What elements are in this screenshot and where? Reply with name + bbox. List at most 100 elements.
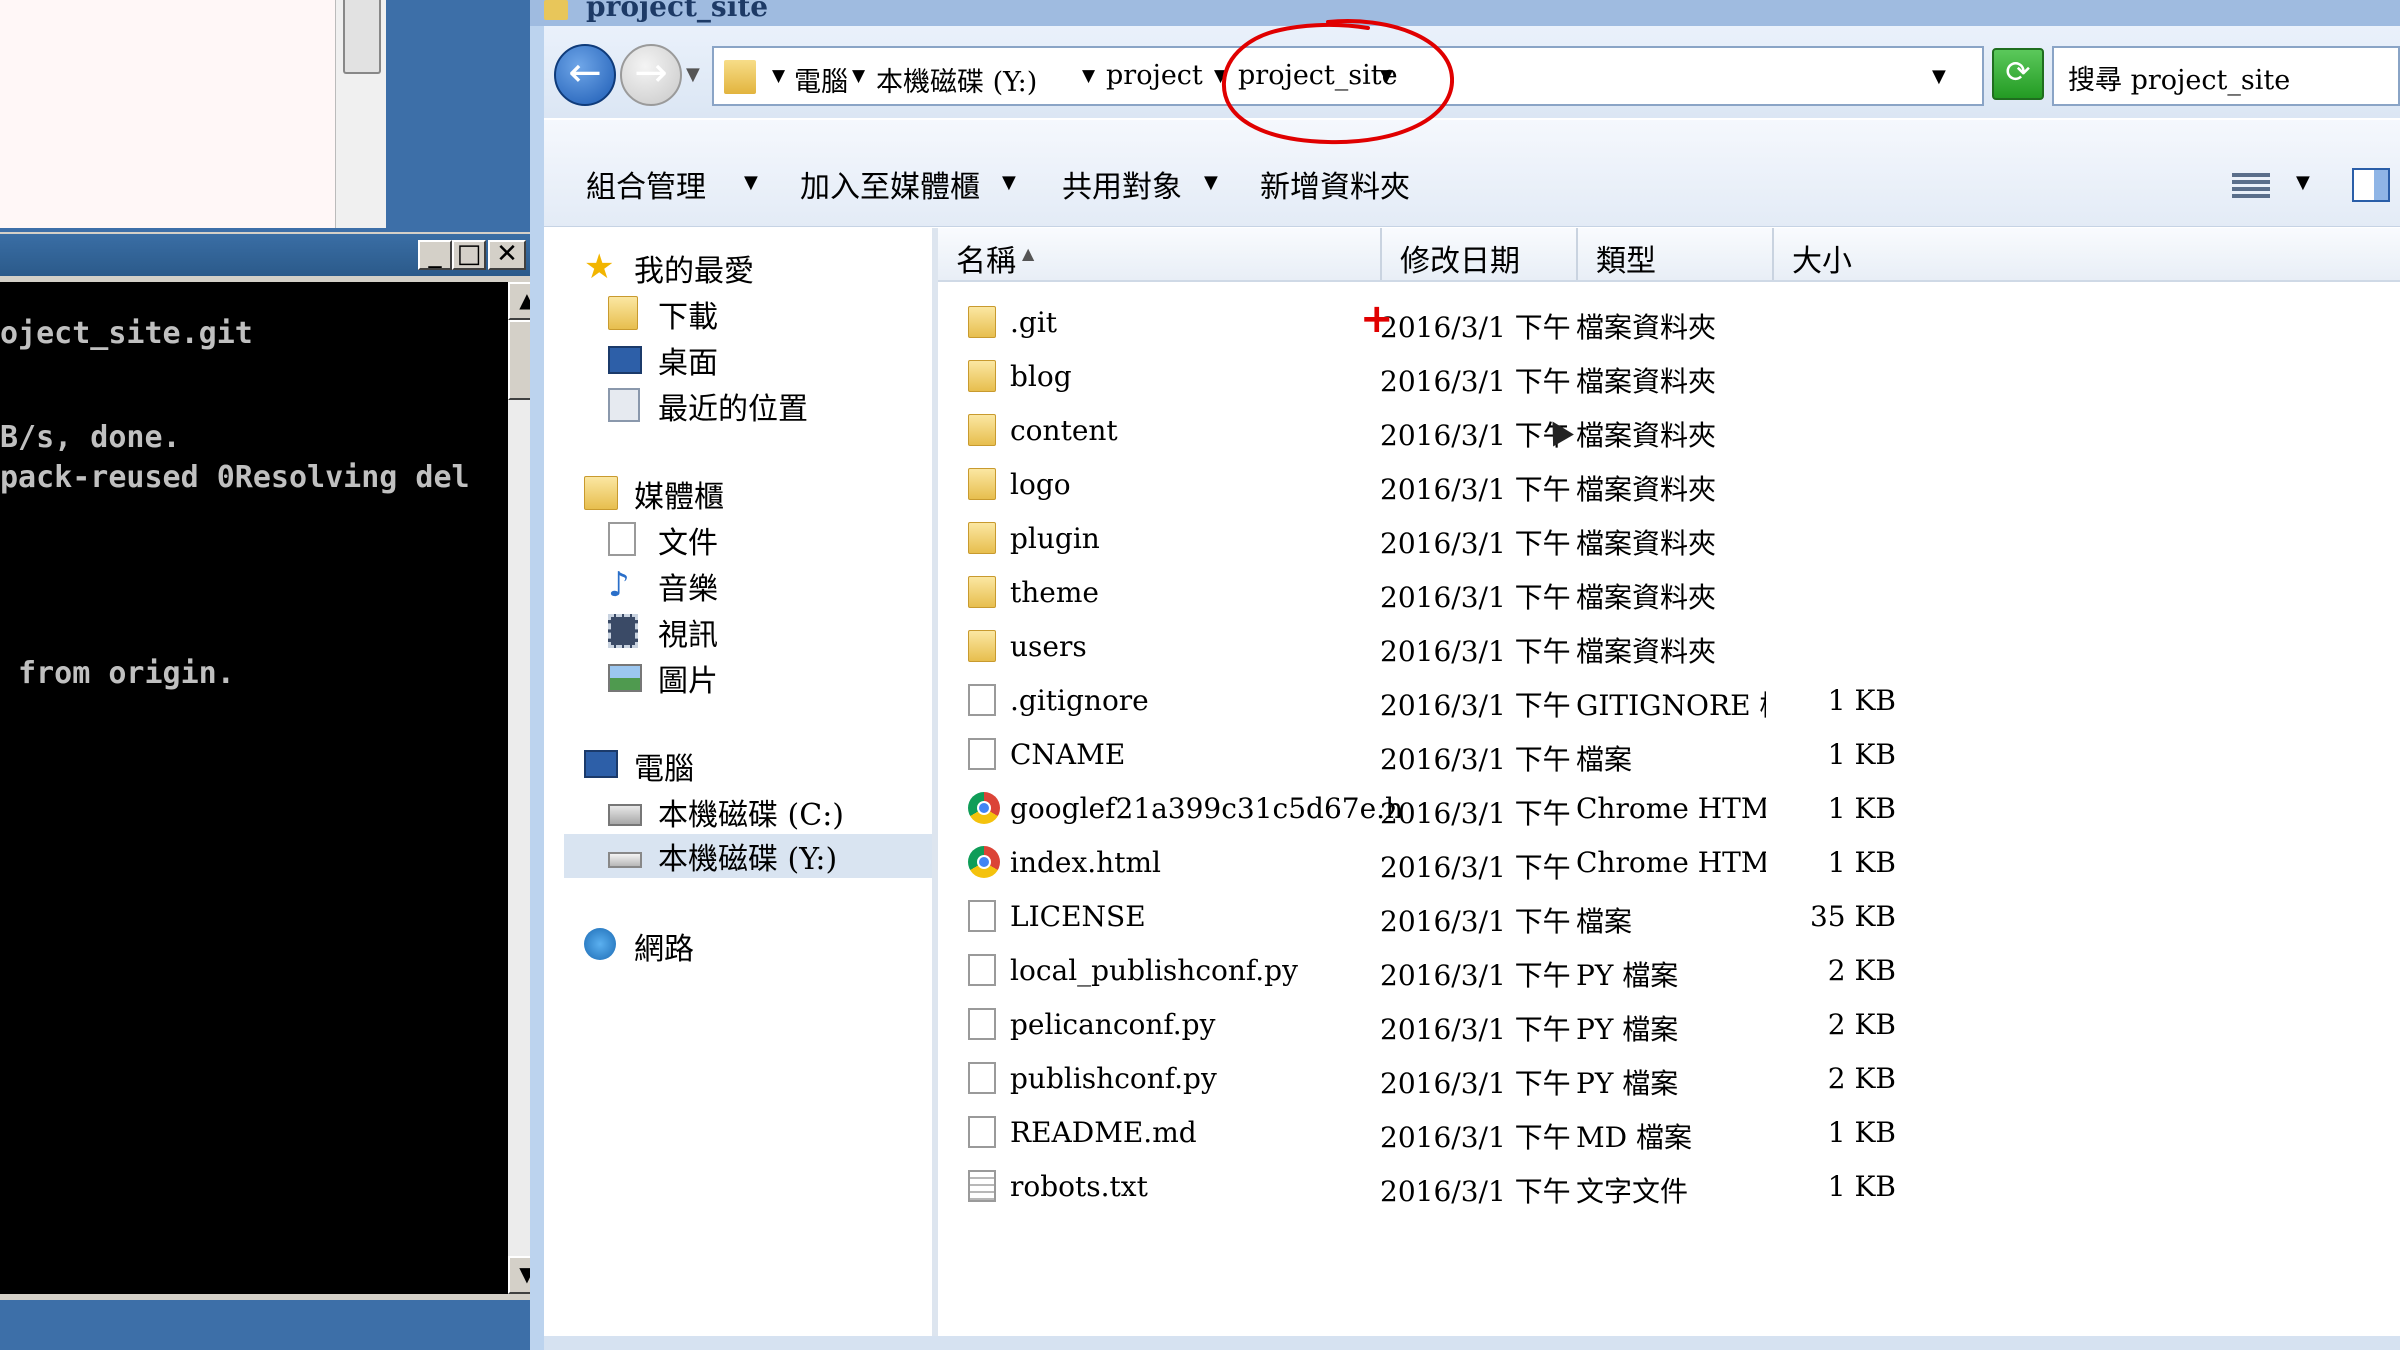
file-row[interactable]: .gitignore 2016/3/1 下午 02:28GITIGNORE 檔案 1… [938, 672, 2400, 726]
nav-item-videos[interactable]: 視訊 [608, 610, 914, 654]
file-row[interactable]: README.md 2016/3/1 下午 02:27MD 檔案 1 KB [938, 1104, 2400, 1158]
chevron-down-icon[interactable]: ▼ [852, 66, 865, 86]
downloads-folder-icon [608, 296, 638, 330]
nav-item-documents[interactable]: 文件 [608, 518, 914, 562]
background-window-scroll-thumb[interactable] [343, 0, 381, 74]
file-row[interactable]: logo 2016/3/1 下午 02:28檔案資料夾 [938, 456, 2400, 510]
file-row[interactable]: plugin 2016/3/1 下午 02:28檔案資料夾 [938, 510, 2400, 564]
chevron-down-icon[interactable]: ▼ [2296, 172, 2310, 193]
chevron-down-icon[interactable]: ▼ [1204, 172, 1218, 193]
file-date: 2016/3/1 下午 02:28 [1380, 1013, 1570, 1046]
chevron-down-icon[interactable]: ▼ [744, 172, 758, 193]
file-date: 2016/3/1 下午 02:28 [1380, 1067, 1570, 1100]
file-row[interactable]: publishconf.py 2016/3/1 下午 02:28PY 檔案 2 KB [938, 1050, 2400, 1104]
file-row[interactable]: index.html 2016/3/1 下午 02:28Chrome HTML D… [938, 834, 2400, 888]
console-window: _ □ ✕ oject_site.git B/s, done. pack-reu… [0, 232, 560, 1300]
file-date: 2016/3/1 下午 02:28 [1380, 797, 1570, 830]
folder-icon [968, 522, 996, 554]
file-row[interactable]: googlef21a399c31c5d67e.html2016/3/1 下午 0… [938, 780, 2400, 834]
console-titlebar[interactable]: _ □ ✕ [0, 234, 560, 276]
file-name: README.md [1010, 1116, 1197, 1149]
network-drive-icon [608, 852, 642, 868]
address-bar[interactable]: ▼ 電腦 ▼ 本機磁碟 (Y:) ▼ project ▼ project_sit… [712, 46, 1984, 106]
recent-places-icon [608, 388, 640, 422]
breadcrumb-item[interactable]: 電腦 [794, 60, 848, 99]
chevron-down-icon[interactable]: ▼ [1002, 172, 1016, 193]
refresh-button[interactable]: ⟳ [1992, 48, 2044, 100]
chevron-down-icon[interactable]: ▼ [772, 66, 785, 86]
file-row[interactable]: robots.txt 2016/3/1 下午 02:28文字文件 1 KB [938, 1158, 2400, 1212]
recent-pages-dropdown-icon[interactable]: ▼ [686, 64, 700, 85]
column-header-date[interactable]: 修改日期 [1382, 228, 1578, 280]
file-name: .git [1010, 306, 1058, 339]
file-icon [968, 1062, 996, 1094]
close-button[interactable]: ✕ [488, 240, 526, 270]
breadcrumb-item[interactable]: project [1106, 60, 1203, 91]
file-type: 檔案資料夾 [1576, 419, 1717, 452]
file-row[interactable]: theme 2016/3/1 下午 02:28檔案資料夾 [938, 564, 2400, 618]
nav-item-desktop[interactable]: 桌面 [608, 338, 914, 382]
file-row[interactable]: local_publishconf.py 2016/3/1 下午 02:28PY … [938, 942, 2400, 996]
file-name: users [1010, 630, 1087, 663]
computer-icon [584, 750, 618, 778]
chrome-icon [968, 846, 1000, 878]
address-history-dropdown-icon[interactable]: ▼ [1932, 66, 1946, 87]
breadcrumb-item[interactable]: 本機磁碟 (Y:) [876, 60, 1037, 99]
console-output[interactable]: oject_site.git B/s, done. pack-reused 0R… [0, 282, 508, 1294]
breadcrumb-item[interactable]: project_site [1238, 60, 1398, 91]
file-type: PY 檔案 [1576, 1013, 1679, 1046]
file-row[interactable]: blog 2016/3/1 下午 02:28檔案資料夾 [938, 348, 2400, 402]
file-date: 2016/3/1 下午 02:28 [1380, 473, 1570, 506]
folder-icon [968, 576, 996, 608]
folder-icon [724, 60, 756, 94]
file-list: 名稱 ▲ 修改日期 類型 大小 .git2016/3/1 下午 02:28檔案資… [938, 228, 2400, 1350]
file-row[interactable]: users 2016/3/1 下午 02:28檔案資料夾 [938, 618, 2400, 672]
nav-item-music[interactable]: ♪ 音樂 [608, 564, 914, 608]
file-row[interactable]: .git 2016/3/1 下午 02:28檔案資料夾 [938, 294, 2400, 348]
nav-label: 我的最愛 [634, 254, 754, 289]
column-header-size[interactable]: 大小 [1774, 228, 2400, 280]
nav-item-pictures[interactable]: 圖片 [608, 656, 914, 700]
file-type: PY 檔案 [1576, 1067, 1679, 1100]
nav-item-network[interactable]: 網路 [584, 924, 914, 968]
nav-item-downloads[interactable]: 下載 [608, 292, 914, 336]
search-input[interactable]: 搜尋 project_site [2052, 46, 2400, 106]
column-header-type[interactable]: 類型 [1578, 228, 1774, 280]
nav-item-drive-y[interactable]: 本機磁碟 (Y:) [564, 834, 932, 878]
file-row[interactable]: LICENSE 2016/3/1 下午 02:28檔案 35 KB [938, 888, 2400, 942]
file-row[interactable]: CNAME 2016/3/1 下午 02:28檔案 1 KB [938, 726, 2400, 780]
view-options-icon[interactable] [2232, 170, 2270, 202]
nav-item-libraries[interactable]: 媒體櫃 [584, 472, 914, 516]
share-with-button[interactable]: 共用對象 [1062, 162, 1182, 206]
nav-label: 桌面 [658, 346, 718, 381]
file-row[interactable]: content 2016/3/1 下午 02:28檔案資料夾 [938, 402, 2400, 456]
back-button[interactable]: ← [554, 44, 616, 106]
nav-label: 下載 [658, 300, 718, 335]
nav-item-favorites[interactable]: ★ 我的最愛 [584, 246, 914, 290]
organize-button[interactable]: 組合管理 [586, 162, 706, 206]
text-file-icon [968, 1170, 996, 1202]
file-row[interactable]: pelicanconf.py 2016/3/1 下午 02:28PY 檔案 2 KB [938, 996, 2400, 1050]
nav-item-drive-c[interactable]: 本機磁碟 (C:) [608, 790, 914, 834]
preview-pane-icon[interactable] [2352, 168, 2390, 202]
chevron-down-icon[interactable]: ▼ [1082, 66, 1095, 86]
explorer-titlebar[interactable]: project_site [530, 0, 2400, 26]
file-name: pelicanconf.py [1010, 1008, 1216, 1041]
file-type: Chrome HTML Doc... [1576, 846, 1766, 879]
file-name: LICENSE [1010, 900, 1146, 933]
file-type: 檔案 [1576, 743, 1633, 776]
column-header-label: 大小 [1792, 244, 1852, 279]
maximize-button[interactable]: □ [452, 240, 486, 270]
nav-label: 媒體櫃 [634, 480, 724, 515]
nav-item-computer[interactable]: 電腦 [584, 744, 914, 788]
forward-button[interactable]: → [620, 44, 682, 106]
minimize-button[interactable]: _ [418, 240, 452, 270]
add-to-library-button[interactable]: 加入至媒體櫃 [800, 162, 980, 206]
chevron-down-icon[interactable]: ▼ [1214, 66, 1227, 86]
column-header-name[interactable]: 名稱 ▲ [938, 228, 1382, 280]
chevron-down-icon[interactable]: ▼ [1380, 66, 1393, 86]
nav-item-recent[interactable]: 最近的位置 [608, 384, 914, 428]
file-name: content [1010, 414, 1118, 447]
star-icon: ★ [584, 247, 615, 287]
new-folder-button[interactable]: 新增資料夾 [1260, 162, 1410, 206]
